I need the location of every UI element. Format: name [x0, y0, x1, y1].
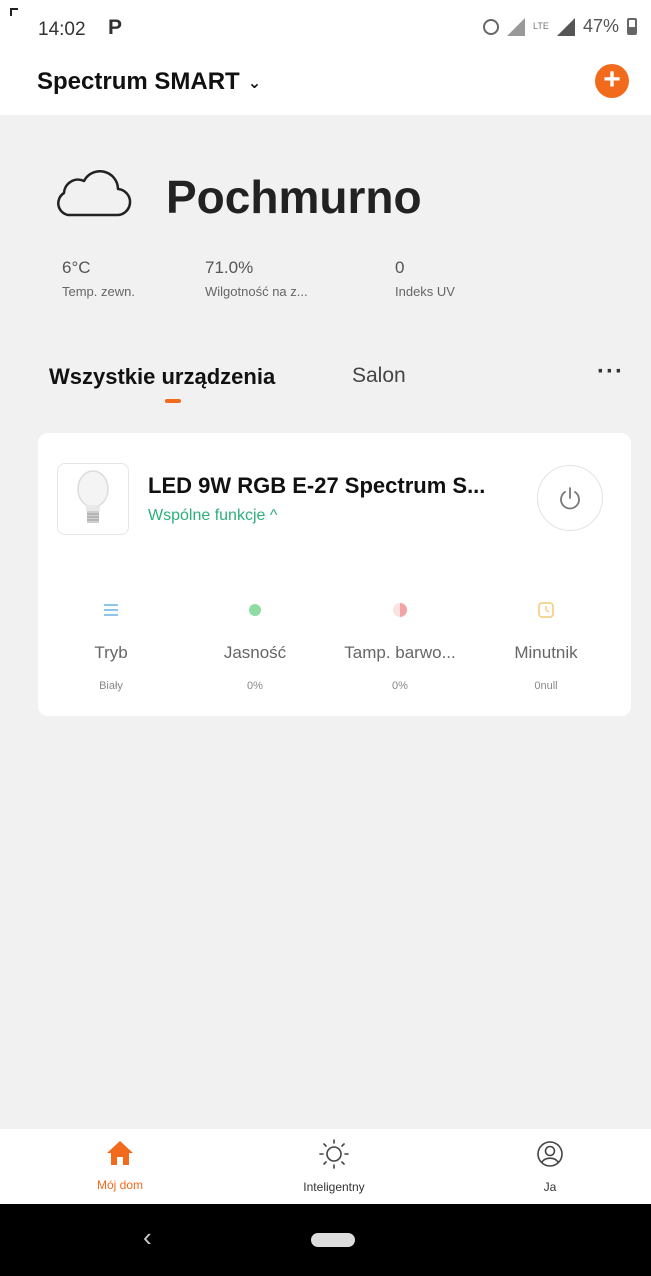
control-label: Jasność [223, 643, 287, 662]
tab-all-devices[interactable]: Wszystkie urządzenia [49, 364, 275, 390]
status-time: 14:02 [38, 19, 86, 40]
profile-icon [537, 1141, 563, 1167]
device-name: LED 9W RGB E-27 Spectrum S... [148, 473, 486, 498]
nav-label: Ja [543, 1180, 557, 1194]
system-navigation-bar: ‹ [0, 1204, 651, 1276]
brightness-icon [190, 600, 320, 620]
stat-label: Temp. zewn. [62, 284, 135, 299]
active-tab-indicator [165, 399, 181, 403]
nav-my-home[interactable]: Mój dom [60, 1139, 180, 1192]
device-card[interactable]: LED 9W RGB E-27 Spectrum S... Wspólne fu… [38, 433, 631, 716]
device-thumbnail [57, 463, 129, 535]
control-label: Tamp. barwo... [344, 643, 456, 662]
bottom-navigation: Mój dom Inteligentny Ja [0, 1129, 651, 1204]
home-icon [107, 1141, 133, 1165]
home-name: Spectrum SMART [37, 68, 240, 95]
status-bar: 14:02 P LTE 47% [0, 0, 651, 56]
stat-label: Indeks UV [395, 284, 455, 299]
home-pill-button[interactable] [311, 1233, 355, 1247]
signal-icon [506, 17, 525, 36]
control-value: 0null [534, 680, 558, 692]
status-indicators: LTE 47% [482, 16, 637, 37]
timer-icon [481, 600, 611, 620]
nav-label: Mój dom [96, 1178, 143, 1192]
chevron-down-icon: ⌄ [247, 75, 262, 92]
weather-condition: Pochmurno [166, 171, 422, 223]
more-options-icon[interactable]: ··· [597, 358, 624, 386]
color-temp-icon [335, 600, 465, 620]
control-value: Biały [99, 680, 123, 692]
stat-label: Wilgotność na z... [205, 284, 308, 299]
back-icon[interactable]: ‹ [143, 1222, 152, 1253]
control-brightness[interactable]: Jasność 0% [190, 600, 320, 692]
corner-mark [10, 8, 18, 16]
weather-stat-humidity: 71.0% Wilgotność na z... [205, 258, 308, 299]
parking-notification-icon: P [108, 16, 123, 39]
add-device-button[interactable]: + [595, 64, 629, 98]
lte-indicator: LTE [533, 21, 549, 31]
sun-icon [319, 1139, 349, 1169]
control-timer[interactable]: Minutnik 0null [481, 600, 611, 692]
control-label: Minutnik [514, 643, 578, 662]
nav-me[interactable]: Ja [490, 1139, 610, 1194]
cloud-icon [57, 170, 132, 217]
stat-value: 0 [395, 258, 405, 277]
nav-smart[interactable]: Inteligentny [274, 1139, 394, 1194]
battery-icon [627, 18, 637, 35]
home-selector[interactable]: Spectrum SMART ⌄ [37, 68, 261, 96]
common-functions-toggle[interactable]: Wspólne funkcje ^ [148, 507, 277, 525]
power-icon [560, 487, 580, 510]
nav-label: Inteligentny [303, 1180, 365, 1194]
signal-icon [556, 17, 575, 36]
tab-salon[interactable]: Salon [352, 364, 406, 388]
control-value: 0% [247, 680, 263, 692]
list-icon [46, 600, 176, 620]
control-color-temperature[interactable]: Tamp. barwo... 0% [335, 600, 465, 692]
control-mode[interactable]: Tryb Biały [46, 600, 176, 692]
light-bulb-icon [77, 470, 109, 523]
stat-value: 6°C [62, 258, 91, 277]
power-button[interactable] [537, 465, 603, 531]
weather-stat-uv: 0 Indeks UV [395, 258, 455, 299]
weather-stat-temperature: 6°C Temp. zewn. [62, 258, 135, 299]
control-label: Tryb [94, 643, 128, 662]
control-value: 0% [392, 680, 408, 692]
alarm-icon [482, 18, 499, 35]
battery-percent: 47% [582, 16, 619, 36]
stat-value: 71.0% [205, 258, 254, 277]
top-bar: 14:02 P LTE 47% Spectrum SMART ⌄ + [0, 0, 651, 115]
